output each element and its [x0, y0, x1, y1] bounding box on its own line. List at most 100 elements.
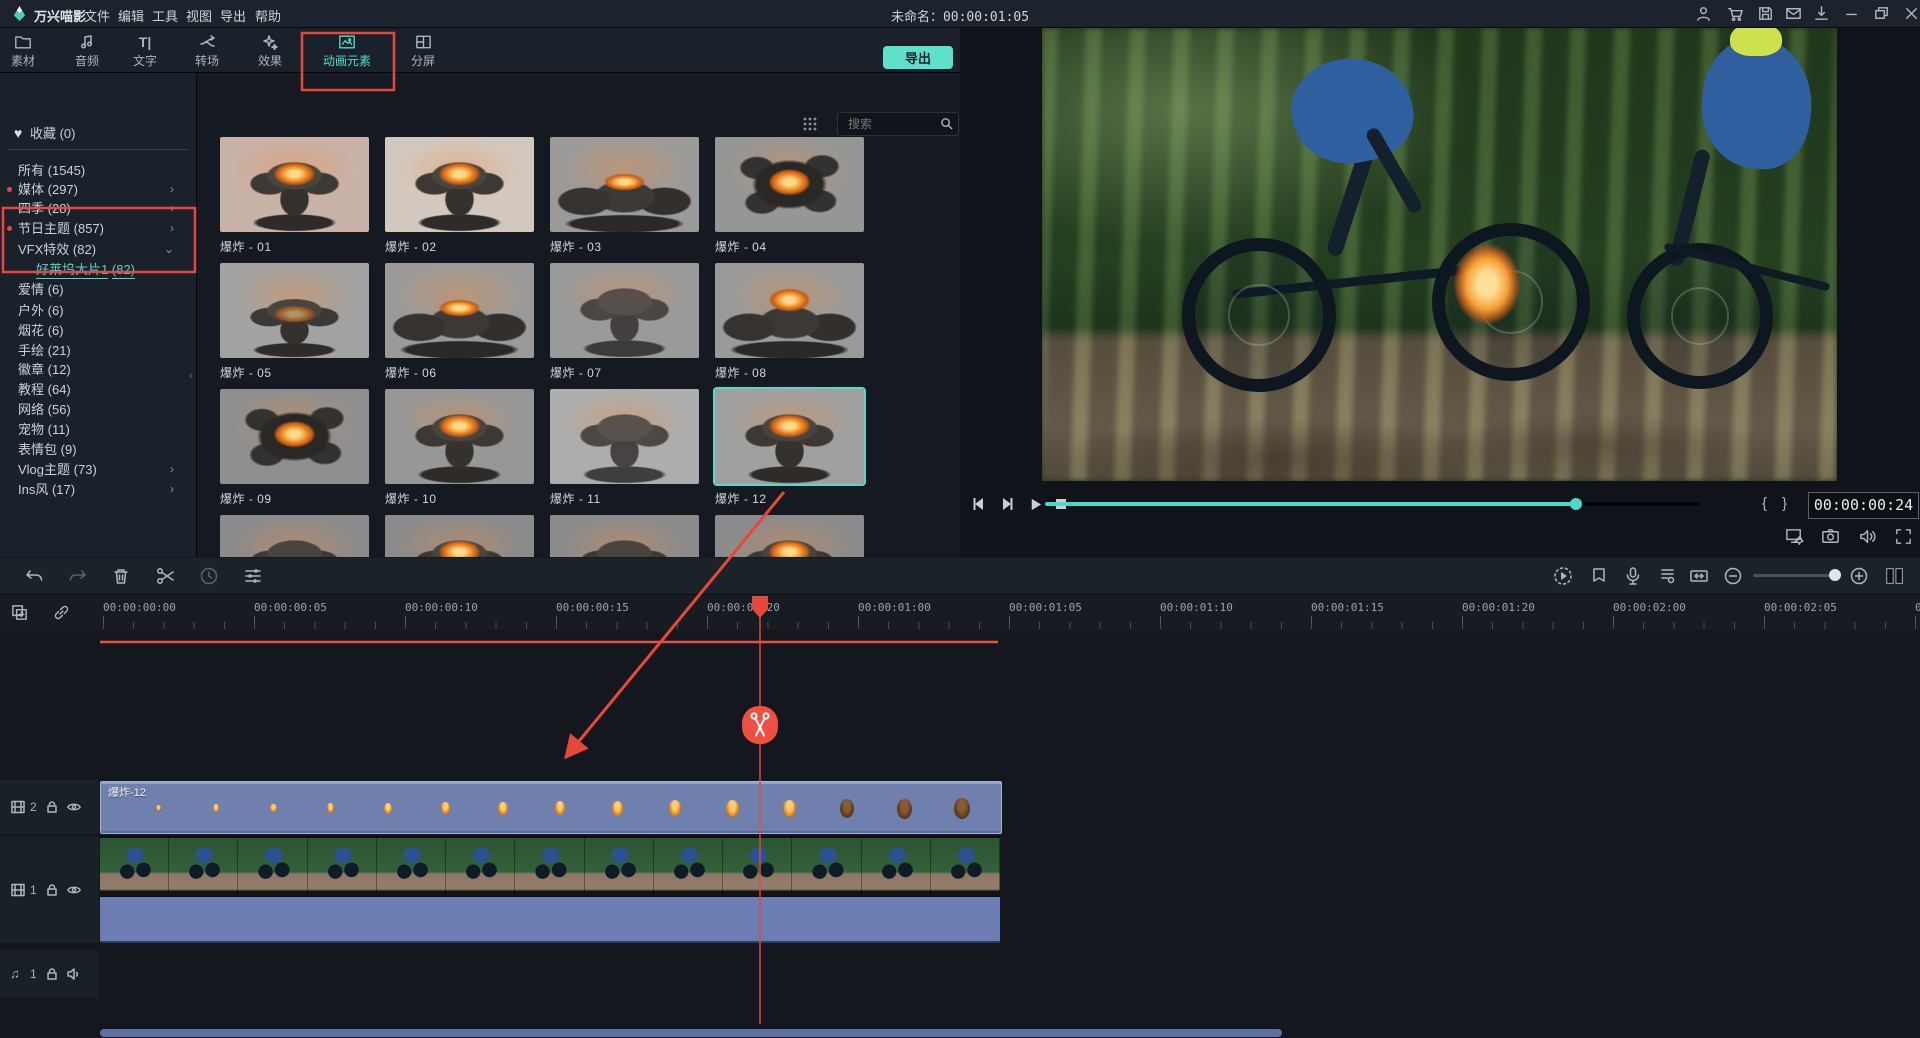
- tab-effects[interactable]: 效果: [235, 32, 305, 72]
- menu-item[interactable]: 视图: [186, 6, 212, 25]
- display-settings-icon[interactable]: [1784, 526, 1805, 547]
- account-icon[interactable]: [1694, 4, 1713, 23]
- lock-icon[interactable]: [44, 882, 60, 898]
- sidebar-item[interactable]: 网络 (56): [0, 400, 196, 419]
- grid-view-icon[interactable]: [802, 116, 818, 132]
- effect-thumbnail[interactable]: 爆炸 - 08: [715, 263, 864, 381]
- sidebar-item[interactable]: Vlog主题 (73) ›: [0, 460, 196, 479]
- sidebar-item[interactable]: 教程 (64): [0, 380, 196, 399]
- effect-thumbnail[interactable]: [550, 515, 699, 557]
- tab-media[interactable]: 素材: [0, 32, 58, 72]
- sidebar-item[interactable]: 节日主题 (857) ›: [0, 219, 196, 238]
- play-button[interactable]: [1024, 493, 1046, 515]
- effect-thumbnail[interactable]: 爆炸 - 01: [220, 137, 369, 255]
- sidebar-item[interactable]: Ins风 (17) ›: [0, 480, 196, 499]
- sidebar-item[interactable]: 所有 (1545): [0, 161, 196, 180]
- minimize-button[interactable]: [1842, 4, 1861, 23]
- menu-item[interactable]: 工具: [152, 6, 178, 25]
- tab-transition[interactable]: 转场: [172, 32, 242, 72]
- effect-thumbnail[interactable]: 爆炸 - 09: [220, 389, 369, 507]
- sidebar-item[interactable]: 媒体 (297) ›: [0, 180, 196, 199]
- audio-mixer-button[interactable]: [1656, 565, 1678, 587]
- marker-button[interactable]: [1588, 565, 1610, 587]
- record-voiceover-mic-button[interactable]: [1622, 565, 1644, 587]
- speaker-mute-icon[interactable]: [66, 966, 82, 982]
- chevron-icon[interactable]: ›: [170, 219, 174, 238]
- effect-thumbnail[interactable]: [220, 515, 369, 557]
- mark-in-icon[interactable]: {: [1762, 495, 1767, 512]
- effect-thumbnail[interactable]: 爆炸 - 02: [385, 137, 534, 255]
- sidebar-item[interactable]: 徽章 (12): [0, 360, 196, 379]
- download-icon[interactable]: [1812, 4, 1831, 23]
- menu-item[interactable]: 文件: [84, 6, 110, 25]
- save-icon[interactable]: [1756, 4, 1775, 23]
- sidebar-collapse-icon[interactable]: ‹: [189, 370, 193, 382]
- lock-icon[interactable]: [44, 966, 60, 982]
- clip-travel-012[interactable]: [100, 836, 1000, 899]
- effect-thumbnail[interactable]: 爆炸 - 07: [550, 263, 699, 381]
- timeline-zoom-slider[interactable]: [1753, 574, 1841, 577]
- eye-visibility-icon[interactable]: [66, 882, 82, 898]
- zoom-out-button[interactable]: [1722, 565, 1744, 587]
- eye-visibility-icon[interactable]: [66, 799, 82, 815]
- sidebar-item-favorites[interactable]: ♥ 收藏 (0): [14, 123, 75, 142]
- effect-thumbnail[interactable]: 爆炸 - 12: [715, 389, 864, 507]
- effect-thumbnail[interactable]: [385, 515, 534, 557]
- effect-thumbnail[interactable]: 爆炸 - 10: [385, 389, 534, 507]
- restore-button[interactable]: [1872, 4, 1891, 23]
- sidebar-item[interactable]: 烟花 (6): [0, 321, 196, 340]
- chevron-icon[interactable]: ⌄: [164, 240, 174, 259]
- sidebar-item[interactable]: VFX特效 (82) ⌄: [0, 240, 196, 259]
- seek-handle[interactable]: [1570, 498, 1582, 510]
- lock-icon[interactable]: [44, 799, 60, 815]
- menu-item[interactable]: 导出: [220, 6, 246, 25]
- manage-tracks-icon[interactable]: [10, 603, 29, 622]
- chevron-icon[interactable]: ›: [170, 460, 174, 479]
- timeline-ruler[interactable]: 00:00:00:0000:00:00:0500:00:00:1000:00:0…: [0, 595, 1920, 631]
- export-button[interactable]: 导出: [883, 46, 953, 69]
- tab-splitscreen[interactable]: 分屏: [388, 32, 458, 72]
- sidebar-item[interactable]: 好莱坞大片1 (82): [0, 260, 196, 279]
- search-icon[interactable]: [940, 117, 953, 130]
- zoom-in-button[interactable]: [1848, 565, 1870, 587]
- mark-out-icon[interactable]: }: [1782, 495, 1787, 512]
- split-scissors-button[interactable]: [154, 565, 176, 587]
- render-preview-button[interactable]: [1552, 565, 1574, 587]
- effect-thumbnail[interactable]: 爆炸 - 04: [715, 137, 864, 255]
- snapshot-camera-icon[interactable]: [1820, 526, 1841, 547]
- undo-button[interactable]: [24, 565, 46, 587]
- sidebar-item[interactable]: 四季 (28) ›: [0, 199, 196, 218]
- menu-item[interactable]: 帮助: [255, 6, 281, 25]
- zoom-slider-handle[interactable]: [1829, 569, 1841, 581]
- adjust-sliders-button[interactable]: [242, 565, 264, 587]
- volume-icon[interactable]: [1857, 526, 1878, 547]
- duration-clock-button[interactable]: [198, 565, 220, 587]
- effect-thumbnail[interactable]: 爆炸 - 03: [550, 137, 699, 255]
- fullscreen-icon[interactable]: [1893, 526, 1914, 547]
- sidebar-item[interactable]: 手绘 (21): [0, 341, 196, 360]
- effect-thumbnail[interactable]: 爆炸 - 06: [385, 263, 534, 381]
- menu-item[interactable]: 编辑: [118, 6, 144, 25]
- seek-bar[interactable]: [1045, 502, 1700, 506]
- search-input[interactable]: [846, 114, 938, 134]
- fit-timeline-button[interactable]: [1688, 565, 1710, 587]
- chevron-icon[interactable]: ›: [170, 199, 174, 218]
- sidebar-item[interactable]: 表情包 (9): [0, 440, 196, 459]
- previous-frame-button[interactable]: [968, 493, 990, 515]
- effect-thumbnail[interactable]: 爆炸 - 05: [220, 263, 369, 381]
- next-frame-button[interactable]: [996, 493, 1018, 515]
- horizontal-scrollbar[interactable]: [100, 1029, 1282, 1037]
- store-cart-icon[interactable]: [1726, 4, 1745, 23]
- link-clips-icon[interactable]: [52, 603, 71, 622]
- sidebar-item[interactable]: 户外 (6): [0, 301, 196, 320]
- sidebar-item[interactable]: 宠物 (11): [0, 420, 196, 439]
- effect-thumbnail[interactable]: 爆炸 - 11: [550, 389, 699, 507]
- close-button[interactable]: [1902, 4, 1920, 23]
- sidebar-item[interactable]: 爱情 (6): [0, 280, 196, 299]
- feedback-mail-icon[interactable]: [1784, 4, 1803, 23]
- chevron-icon[interactable]: ›: [170, 480, 174, 499]
- layout-panels-icon[interactable]: [1884, 565, 1906, 587]
- chevron-icon[interactable]: ›: [170, 180, 174, 199]
- effect-thumbnail[interactable]: [715, 515, 864, 557]
- clip-explosion-12[interactable]: 爆炸-12: [100, 781, 1002, 834]
